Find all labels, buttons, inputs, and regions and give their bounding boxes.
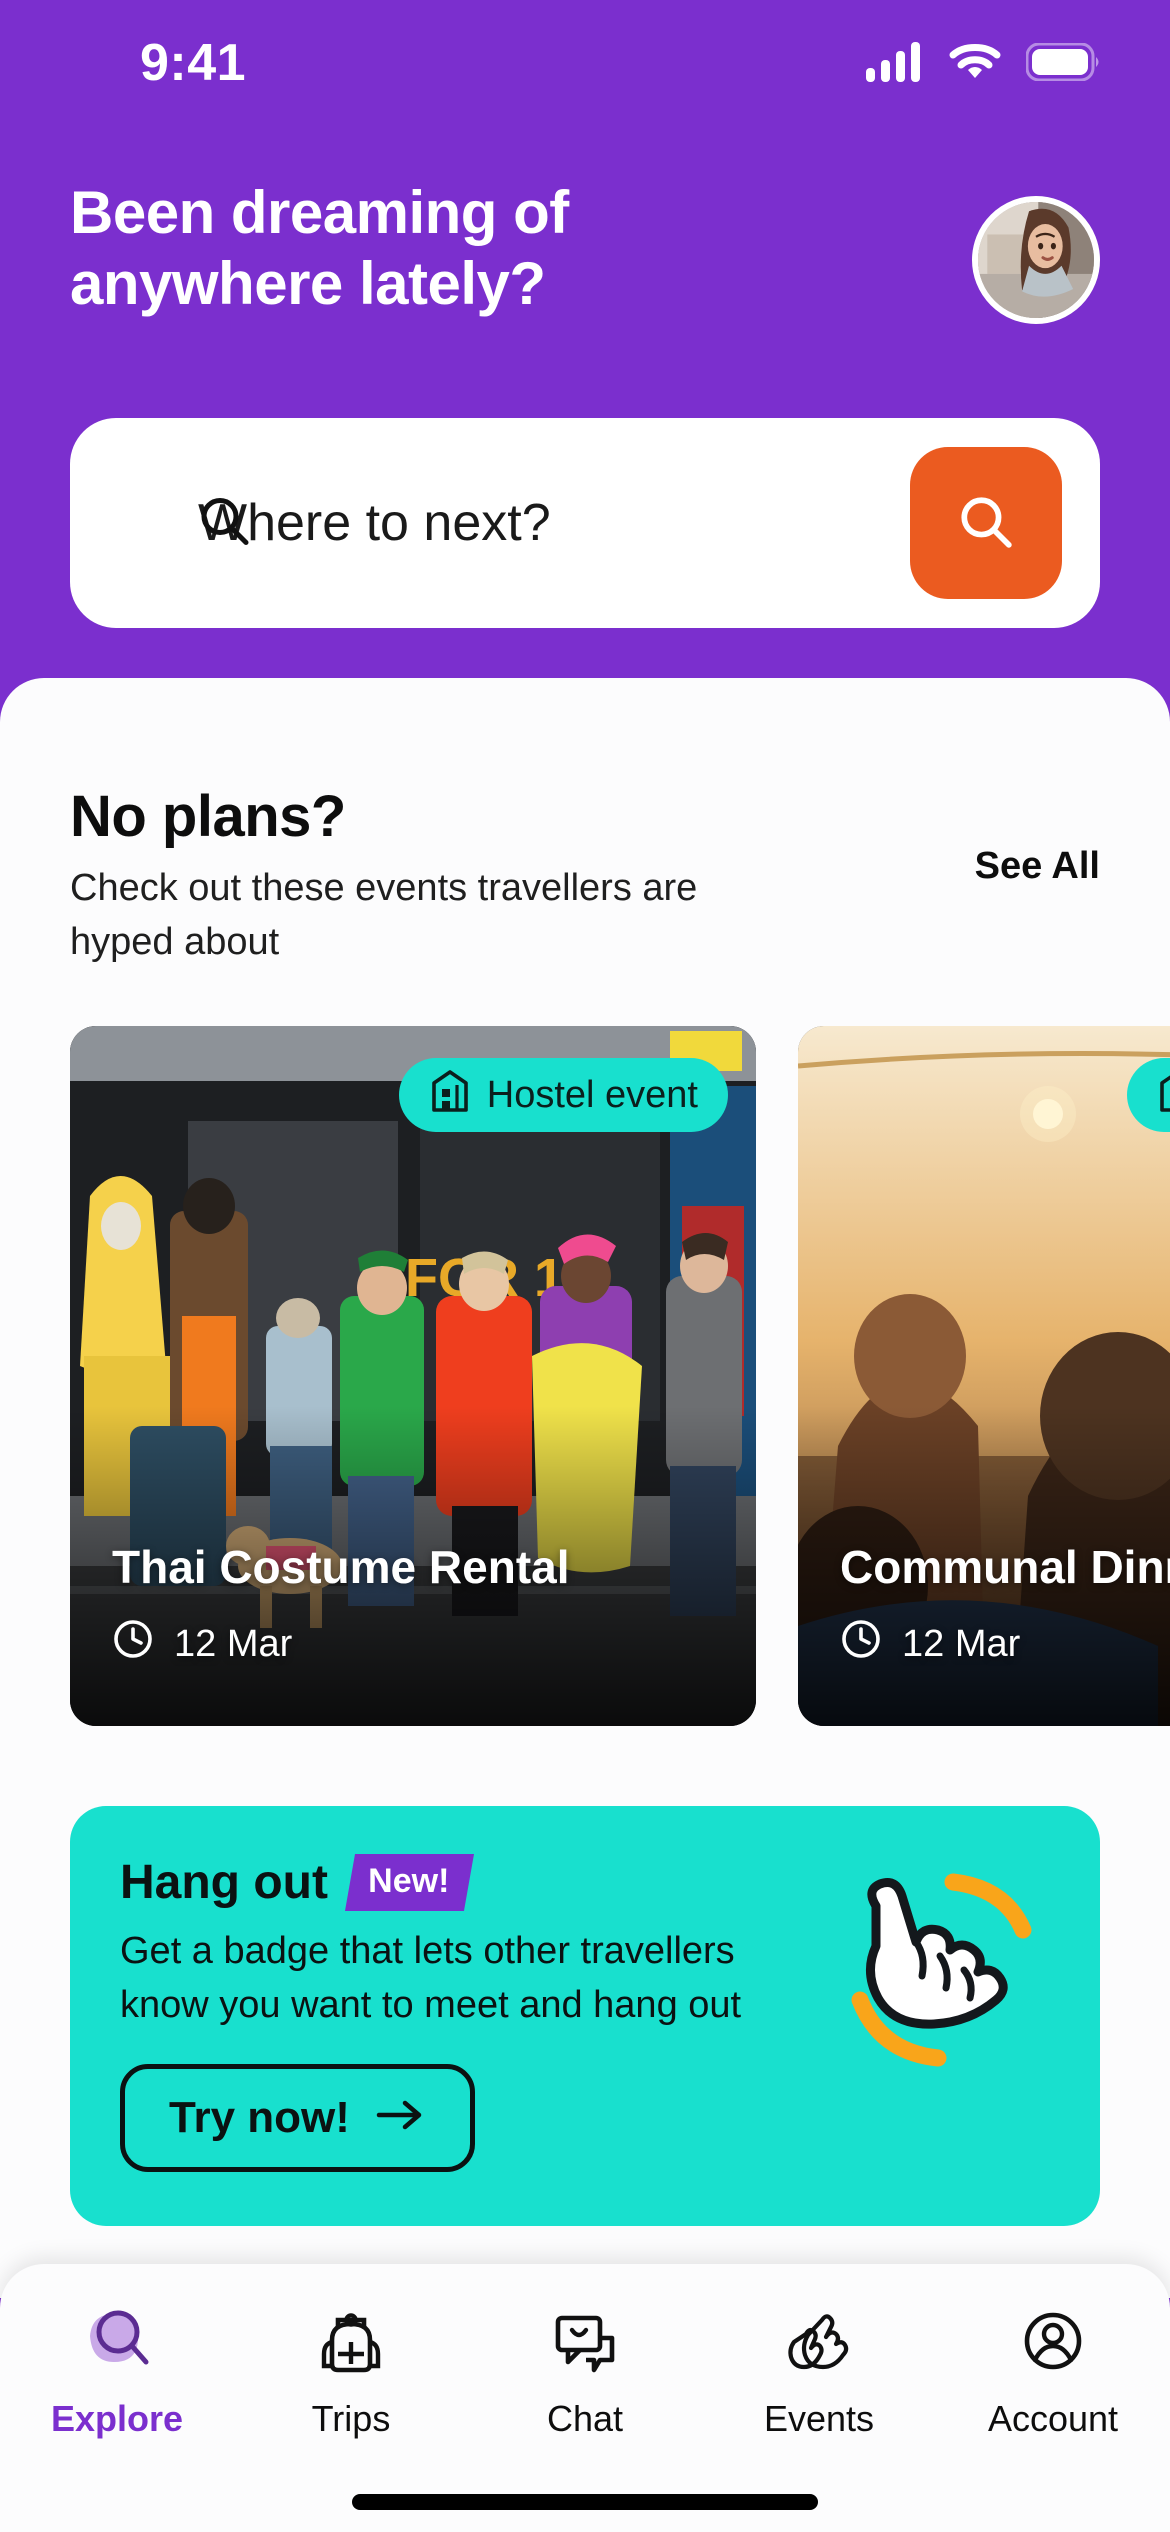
status-time: 9:41: [140, 34, 247, 92]
event-card[interactable]: 2 FOR 1: [70, 1026, 756, 1726]
nav-item-explore[interactable]: Explore: [17, 2298, 217, 2440]
nav-item-trips[interactable]: Trips: [251, 2298, 451, 2440]
nav-items: Explore Trips Chat Events Account: [0, 2298, 1170, 2440]
try-now-label: Try now!: [169, 2093, 350, 2142]
event-type-label: Hostel event: [486, 1073, 698, 1116]
waving-hands-icon: [776, 2298, 862, 2384]
home-indicator: [352, 2494, 818, 2510]
status-icons: [866, 41, 1102, 87]
user-circle-icon: [1010, 2298, 1096, 2384]
backpack-icon: [308, 2298, 394, 2384]
events-section-text: No plans? Check out these events travell…: [70, 783, 760, 970]
search-icon: [196, 493, 252, 554]
new-badge: New!: [344, 1854, 475, 1911]
search-submit-button[interactable]: [910, 447, 1062, 599]
event-title: Communal Dinner: [840, 1541, 1170, 1593]
bottom-navigation-bar: Explore Trips Chat Events Account: [0, 2264, 1170, 2532]
hang-out-promo-card[interactable]: Hang out New! Get a badge that lets othe…: [70, 1806, 1100, 2226]
cellular-signal-icon: [866, 41, 924, 87]
status-bar: 9:41: [0, 0, 1170, 120]
event-date: 12 Mar: [902, 1622, 1021, 1665]
event-card-info: Thai Costume Rental 12 Mar: [112, 1540, 570, 1670]
search-icon: [954, 490, 1018, 557]
event-date-row: 12 Mar: [112, 1618, 570, 1670]
header: 9:41 Been dreaming of anywhere lately? W…: [0, 0, 1170, 700]
event-type-badge: Hostel event: [398, 1058, 728, 1132]
hostel-building-icon: [429, 1067, 471, 1123]
search-input[interactable]: [178, 493, 910, 553]
header-row: Been dreaming of anywhere lately?: [70, 178, 1100, 324]
content-sheet: No plans? Check out these events travell…: [0, 678, 1170, 2298]
events-card-carousel[interactable]: 2 FOR 1: [70, 1026, 1170, 1726]
chat-bubbles-icon: [542, 2298, 628, 2384]
events-section-header: No plans? Check out these events travell…: [70, 783, 1100, 970]
shaka-hand-icon: [828, 1850, 1058, 2080]
event-date-row: 12 Mar: [840, 1618, 1170, 1670]
section-title: No plans?: [70, 784, 346, 849]
event-title: Thai Costume Rental: [112, 1541, 570, 1593]
clock-icon: [112, 1618, 154, 1670]
promo-title-row: Hang out New!: [120, 1854, 780, 1911]
nav-label: Account: [987, 2398, 1119, 2439]
nav-item-events[interactable]: Events: [719, 2298, 919, 2440]
promo-text: Hang out New! Get a badge that lets othe…: [120, 1854, 780, 2033]
try-now-button[interactable]: Try now!: [120, 2064, 475, 2172]
avatar[interactable]: [972, 196, 1100, 324]
event-card-info: Communal Dinner 12 Mar: [840, 1540, 1170, 1670]
event-date: 12 Mar: [174, 1622, 293, 1665]
nav-item-account[interactable]: Account: [953, 2298, 1153, 2440]
nav-label: Trips: [311, 2398, 391, 2439]
app-screen: 9:41 Been dreaming of anywhere lately? W…: [0, 0, 1170, 2532]
nav-item-chat[interactable]: Chat: [485, 2298, 685, 2440]
battery-icon: [1025, 42, 1102, 86]
wifi-icon: [948, 42, 1002, 87]
promo-title: Hang out: [120, 1856, 328, 1909]
clock-icon: [840, 1618, 882, 1670]
nav-label: Events: [763, 2398, 875, 2439]
search-bar[interactable]: [70, 418, 1100, 628]
promo-description: Get a badge that lets other travellers k…: [120, 1930, 742, 2026]
hostel-building-icon: [1157, 1067, 1170, 1123]
see-all-button[interactable]: See All: [975, 845, 1100, 888]
arrow-right-icon: [376, 2093, 426, 2143]
nav-label: Explore: [50, 2398, 184, 2439]
section-subtitle: Check out these events travellers are hy…: [70, 867, 698, 963]
nav-label: Chat: [546, 2398, 624, 2439]
event-card[interactable]: Hostel event Communal Dinner 12 Mar: [798, 1026, 1170, 1726]
magnifier-icon: [74, 2298, 160, 2384]
page-title: Been dreaming of anywhere lately?: [70, 179, 569, 317]
